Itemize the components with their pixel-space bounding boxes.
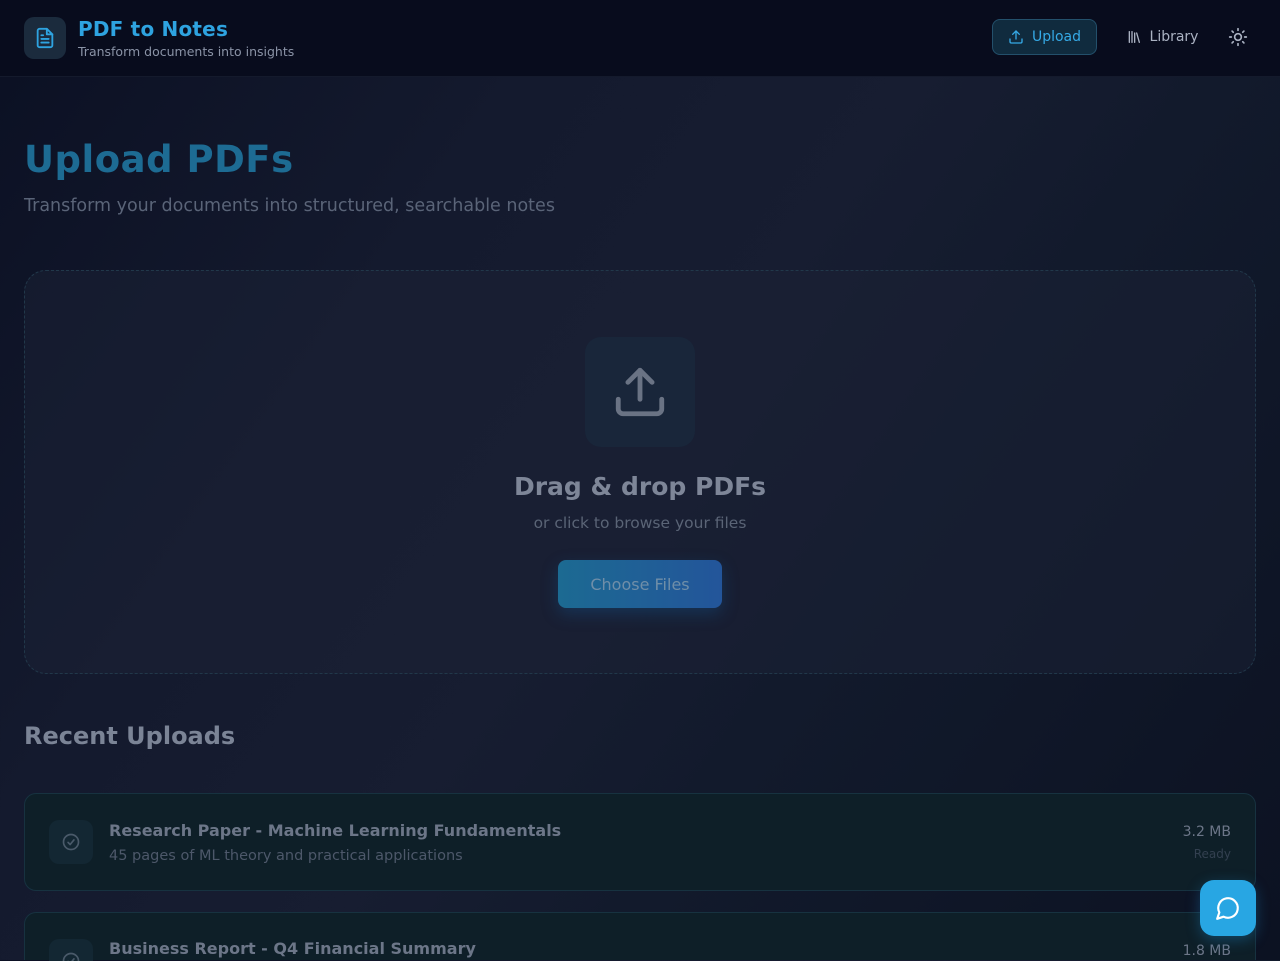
chat-button[interactable] xyxy=(1200,880,1256,936)
upload-description: 45 pages of ML theory and practical appl… xyxy=(109,848,463,864)
sun-icon xyxy=(1228,27,1248,47)
choose-files-button[interactable]: Choose Files xyxy=(558,560,722,608)
dropzone-subtitle: or click to browse your files xyxy=(0,514,1280,532)
document-icon xyxy=(34,27,56,49)
page-title: Upload PDFs xyxy=(24,138,294,181)
theme-toggle-button[interactable] xyxy=(1222,21,1254,53)
check-circle-icon xyxy=(61,832,81,852)
upload-icon xyxy=(611,363,669,421)
recent-upload-item[interactable]: Research Paper - Machine Learning Fundam… xyxy=(24,793,1256,891)
recent-uploads-title: Recent Uploads xyxy=(24,722,235,750)
top-bar: PDF to Notes Transform documents into in… xyxy=(0,0,1280,77)
upload-icon xyxy=(1008,29,1024,45)
app-subtitle: Transform documents into insights xyxy=(78,44,294,59)
nav-library-button[interactable]: Library xyxy=(1112,19,1212,55)
status-icon-box xyxy=(49,939,93,961)
upload-size: 3.2 MB xyxy=(1183,824,1231,840)
status-icon-box xyxy=(49,820,93,864)
upload-size: 1.8 MB xyxy=(1183,943,1231,959)
dropzone-title: Drag & drop PDFs xyxy=(0,472,1280,501)
app-title: PDF to Notes xyxy=(78,17,228,41)
recent-upload-item[interactable]: Business Report - Q4 Financial Summary 1… xyxy=(24,912,1256,960)
upload-title: Research Paper - Machine Learning Fundam… xyxy=(109,821,561,840)
nav-upload-label: Upload xyxy=(1032,29,1081,45)
chat-bubble-icon xyxy=(1215,895,1241,921)
dropzone-upload-icon-box xyxy=(585,337,695,447)
app-logo[interactable] xyxy=(24,17,66,59)
nav-upload-button[interactable]: Upload xyxy=(992,19,1097,55)
nav-library-label: Library xyxy=(1150,29,1199,45)
page-subtitle: Transform your documents into structured… xyxy=(24,196,555,216)
upload-title: Business Report - Q4 Financial Summary xyxy=(109,939,476,958)
library-icon xyxy=(1126,29,1142,45)
upload-status: Ready xyxy=(1194,847,1231,861)
